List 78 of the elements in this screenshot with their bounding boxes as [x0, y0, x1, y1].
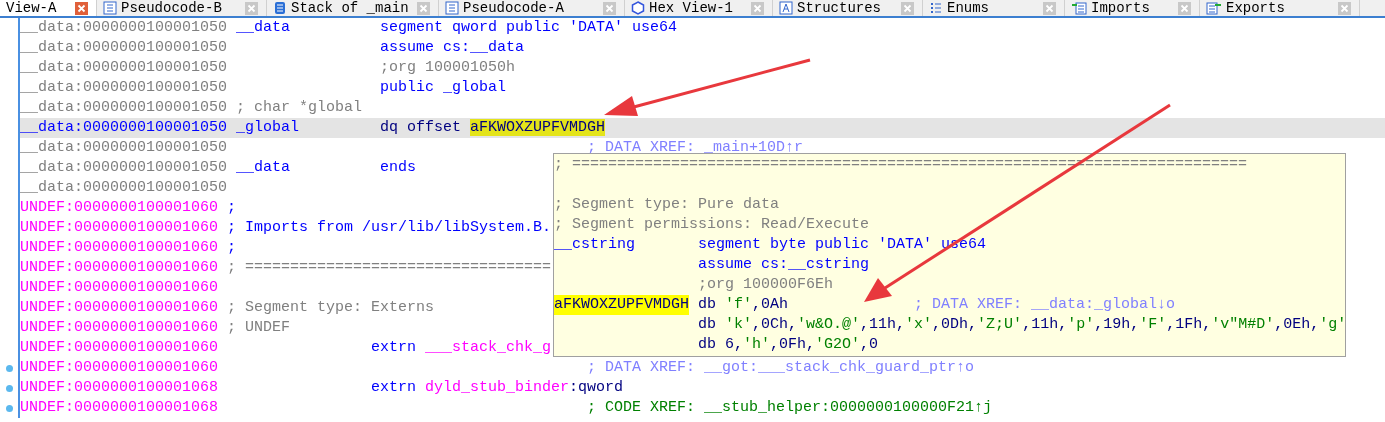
hexagon-icon	[631, 1, 645, 15]
xref-text: ; DATA XREF: _main+10D↑r	[587, 138, 804, 158]
address-text: UNDEF:0000000100001060	[20, 199, 219, 216]
address-text: UNDEF:0000000100001060	[20, 299, 219, 316]
instruction-text: ;org 100001050h	[380, 58, 516, 78]
tab-label: Stack of _main	[291, 0, 409, 16]
instruction-text: ends	[380, 158, 416, 178]
xref-text: ; CODE XREF: __stub_helper:0000000100000F21↑j	[587, 398, 993, 418]
close-icon[interactable]	[1338, 1, 1351, 15]
close-icon[interactable]	[245, 1, 258, 15]
tab-label: Hex View-1	[649, 0, 733, 16]
address-text: __data:0000000100001050	[20, 59, 228, 76]
address-text: __data:0000000100001050	[20, 139, 228, 156]
document-icon	[103, 1, 117, 15]
address-text: __data:0000000100001050	[20, 99, 228, 116]
tab[interactable]: View-A	[0, 0, 97, 16]
address-text: UNDEF:0000000100001060	[20, 339, 219, 356]
close-icon[interactable]	[751, 1, 764, 15]
instruction-text: extrn ___stack_chk_g	[371, 338, 552, 358]
address-text: __data:0000000100001050	[20, 119, 228, 136]
instruction-text: public _global	[380, 78, 507, 98]
tab-label: Pseudocode-B	[121, 0, 222, 16]
address-text: __data:0000000100001050	[20, 39, 228, 56]
instruction-text: segment qword public 'DATA' use64	[380, 18, 678, 38]
document-icon	[445, 1, 459, 15]
address-text: UNDEF:0000000100001060	[20, 239, 219, 256]
letter-document-icon	[779, 1, 793, 15]
comment-text: ; Segment type: Pure data	[554, 196, 780, 213]
close-icon[interactable]	[901, 1, 914, 15]
close-icon[interactable]	[1043, 1, 1056, 15]
address-text: UNDEF:0000000100001060	[20, 319, 219, 336]
close-icon[interactable]	[417, 1, 430, 15]
document-arrow-icon	[1206, 1, 1222, 15]
stack-icon	[273, 1, 287, 15]
instruction-text: dq offset aFKWOXZUPFVMDGH	[380, 118, 606, 138]
comment-text: ; char *global	[236, 99, 363, 116]
label-text: __cstring	[554, 235, 635, 255]
tab-label: Enums	[947, 0, 989, 16]
address-text: UNDEF:0000000100001060	[20, 279, 219, 296]
instruction-text: db 'k',0Ch,'w&O.@',11h,'x',0Dh,'Z;U',11h,'p',19h,'F',1Fh,'v"M#D',0Eh,'g'	[698, 315, 1347, 335]
address-text: __data:0000000100001050	[20, 179, 228, 196]
close-icon[interactable]	[603, 1, 616, 15]
comment-text: ; Segment type: Externs	[227, 299, 435, 316]
tab-label: Structures	[797, 0, 881, 16]
address-text: __data:0000000100001050	[20, 79, 228, 96]
instruction-text: assume cs:__cstring	[698, 255, 870, 275]
list-icon	[929, 1, 943, 15]
comment-text: ; UNDEF	[227, 319, 291, 336]
comment-text: ; ==================================	[227, 259, 552, 276]
tab-label: Imports	[1091, 0, 1150, 16]
address-text: __data:0000000100001050	[20, 19, 228, 36]
comment-text: ;	[227, 199, 237, 216]
address-text: UNDEF:0000000100001060	[20, 259, 219, 276]
document-arrow-icon	[1071, 1, 1087, 15]
instruction-text: extrn dyld_stub_binder:qword	[371, 378, 624, 398]
instruction-text: assume cs:__data	[380, 38, 525, 58]
label-text: __data	[236, 158, 290, 178]
instruction-text: ;org 100000F6Eh	[698, 275, 834, 295]
xref-text: ; DATA XREF: __got:___stack_chk_guard_ptr↑o	[587, 358, 975, 378]
comment-text: ; Segment permissions: Read/Execute	[554, 216, 870, 233]
tab-label: Exports	[1226, 0, 1285, 16]
address-text: __data:0000000100001050	[20, 159, 228, 176]
tab-label: Pseudocode-A	[463, 0, 564, 16]
close-icon[interactable]	[1178, 1, 1191, 15]
comment-text: ; Imports from /usr/lib/libSystem.B.	[227, 219, 552, 236]
xref-text: ; DATA XREF: __data:_global↓o	[914, 295, 1176, 315]
tab-label: View-A	[6, 0, 57, 16]
instruction-text: db 6,'h',0Fh,'G2O',0	[698, 335, 879, 355]
address-text: UNDEF:0000000100001060	[20, 359, 219, 376]
address-text: UNDEF:0000000100001068	[20, 399, 219, 416]
label-text: _global	[236, 118, 299, 138]
comment-text: ;	[227, 239, 237, 256]
instruction-text: db 'f',0Ah	[698, 295, 789, 315]
label-text: aFKWOXZUPFVMDGH	[554, 295, 690, 315]
label-text: __data	[236, 18, 290, 38]
address-text: UNDEF:0000000100001060	[20, 219, 219, 236]
address-text: UNDEF:0000000100001068	[20, 379, 219, 396]
close-icon[interactable]	[75, 1, 88, 15]
